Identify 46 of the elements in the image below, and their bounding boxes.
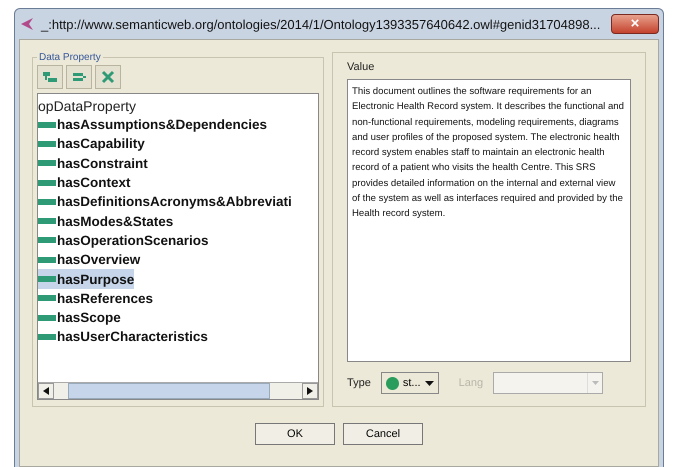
horizontal-scrollbar[interactable] [38, 382, 318, 399]
property-icon [38, 314, 56, 321]
tree-item[interactable]: hasAssumptions&Dependencies [38, 115, 268, 134]
sibling-icon [71, 70, 87, 84]
property-icon [38, 198, 56, 205]
tree-item[interactable]: hasDefinitionsAcronyms&Abbreviati [38, 192, 292, 212]
property-icon [38, 180, 56, 186]
type-dropdown[interactable]: st... [380, 372, 439, 394]
right-arrow-icon[interactable] [307, 387, 313, 395]
lang-dropdown[interactable] [493, 372, 604, 394]
value-label: Value [347, 61, 376, 73]
dialog-button[interactable]: OK [255, 423, 335, 445]
property-icon [38, 256, 56, 263]
value-text-area[interactable]: This document outlines the software requirements for an Electronic Health Record system. It describes the functional and non-functional requirements, modeling requirements, diagrams and user profiles of the proposed system. The electronic health record system enables staff to maintain an electronic health record of a patient who visits the health Centre. This SRS provides detailed information on the internal and external view of the system as well as interfaces required and provided by the Health record system. [347, 79, 631, 362]
property-icon [38, 334, 56, 340]
tree-item[interactable]: hasScope [38, 308, 121, 328]
dialog-button[interactable]: Cancel [343, 423, 423, 445]
tree-item[interactable]: hasCapability [38, 134, 145, 154]
tree-item[interactable]: hasOperationScenarios [38, 230, 209, 250]
type-label: Type [347, 377, 371, 389]
tree-item[interactable]: hasReferences [38, 288, 154, 308]
window-title: _:http://www.semanticweb.org/ontologies/2014/1/Ontology1393357640642.owl#genid31704898... [41, 16, 602, 32]
caret-icon [592, 381, 599, 385]
tree-item[interactable]: hasModes&States [38, 211, 174, 231]
delete-button[interactable] [95, 65, 121, 89]
tree-item[interactable]: opDataProperty [38, 96, 136, 115]
panel-legend: Data Property [37, 52, 103, 63]
tree-item[interactable]: hasContext [38, 172, 131, 192]
hierarchy-icon [42, 70, 58, 84]
tree-item[interactable]: hasPurpose [38, 269, 134, 289]
left-arrow-icon[interactable] [43, 387, 49, 395]
app-icon [19, 16, 35, 32]
property-icon [38, 122, 56, 128]
tree-item[interactable]: hasOverview [38, 250, 140, 270]
property-icon [38, 218, 56, 224]
tree-item[interactable]: hasConstraint [38, 154, 148, 173]
tree-item[interactable]: hasUserCharacteristics [38, 327, 208, 347]
caret-icon [424, 380, 434, 386]
property-icon [38, 237, 56, 244]
property-icon [38, 160, 56, 166]
property-icon [38, 140, 56, 147]
add-sibling-button[interactable] [66, 65, 92, 89]
delete-icon [101, 70, 115, 84]
property-icon [38, 276, 56, 282]
property-icon [38, 295, 56, 302]
add-subproperty-button[interactable] [37, 65, 63, 89]
